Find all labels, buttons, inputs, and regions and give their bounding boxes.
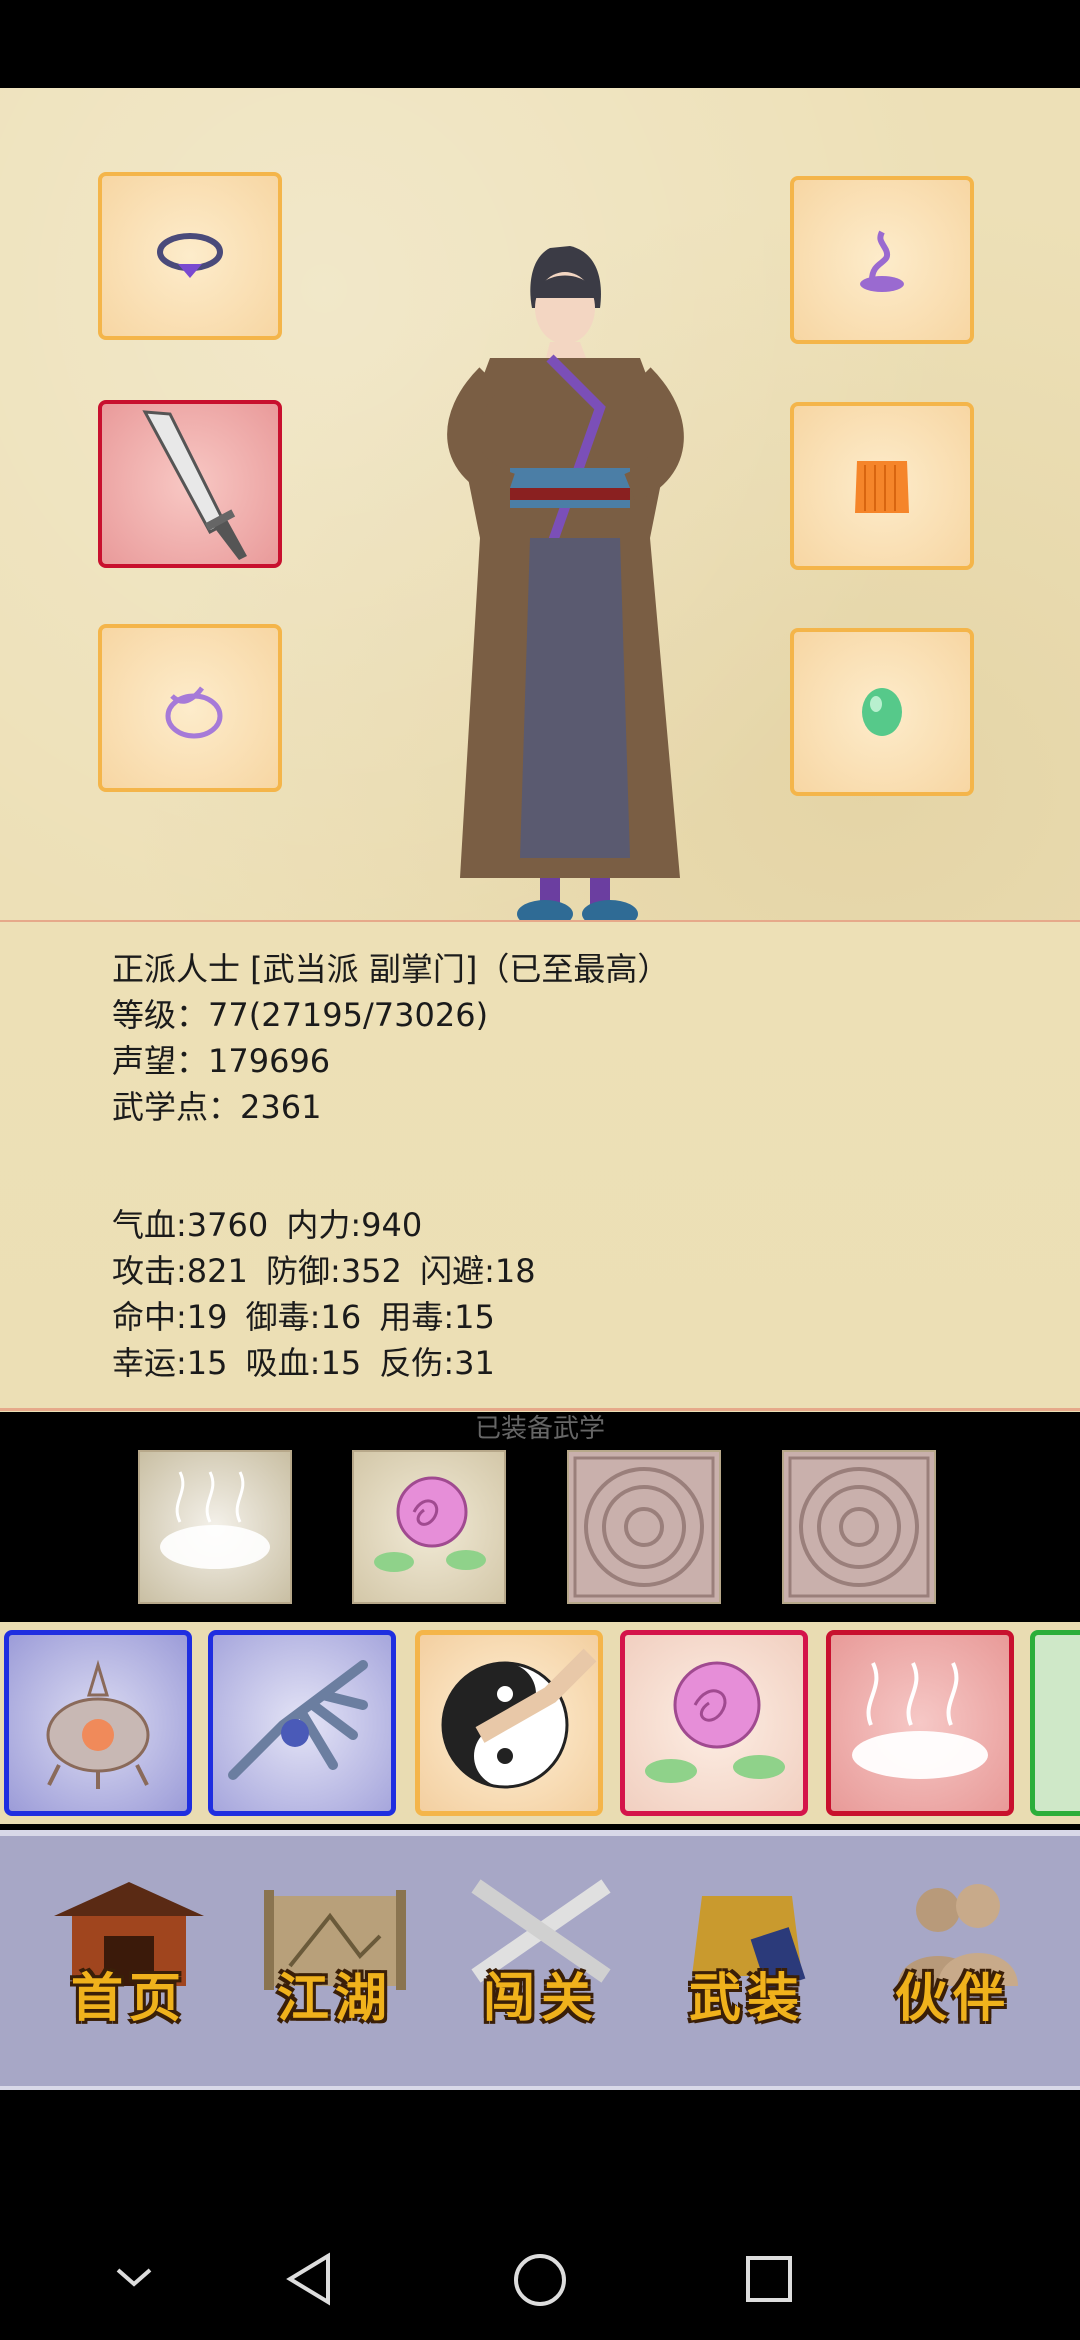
- equipped-skills-title: 已装备武学: [474, 1414, 605, 1444]
- ring-icon: [165, 686, 223, 739]
- recents-icon[interactable]: [744, 2254, 794, 2304]
- equipped-skill-slot-2[interactable]: [352, 1450, 506, 1604]
- jade-icon: [862, 688, 902, 736]
- nav-challenge-label: 闯关: [482, 1968, 599, 2029]
- skill-card-1[interactable]: [4, 1630, 192, 1816]
- stats-row-2: 攻击:821 防御:352 闪避:18: [112, 1252, 536, 1290]
- necklace-icon: [157, 233, 223, 278]
- character-portrait: [447, 246, 684, 928]
- stats-row-3: 命中:19 御毒:16 用毒:15: [112, 1298, 495, 1336]
- mist-icon: [852, 1662, 988, 1779]
- identity-text: 正派人士 [武当派 副掌门]（已至最高）: [112, 950, 670, 988]
- taiji-fist-icon: [441, 1648, 597, 1789]
- level-text: 等级：77(27195/73026): [112, 996, 489, 1034]
- skill-card-5[interactable]: [826, 1630, 1014, 1816]
- hat-icon: [860, 230, 904, 292]
- nav-partner[interactable]: 伙伴: [868, 1876, 1038, 2046]
- stats-row-1: 气血:3760 内力:940: [112, 1206, 423, 1244]
- chevron-down-icon[interactable]: [112, 2262, 156, 2292]
- nav-partner-label: 伙伴: [894, 1968, 1011, 2029]
- mist-skill-icon: [160, 1471, 270, 1569]
- equip-slot-ring[interactable]: [98, 624, 282, 792]
- skill-card-3[interactable]: [415, 1630, 603, 1816]
- equip-slot-robe[interactable]: [790, 402, 974, 570]
- incense-burner-icon: [46, 1659, 150, 1789]
- empty-seal-icon: [573, 1456, 715, 1598]
- equipped-skill-slot-3[interactable]: [567, 1450, 721, 1604]
- equipped-skill-slot-4[interactable]: [782, 1450, 936, 1604]
- bottom-navigation: 首页 江湖 闯关 武装 伙伴: [0, 1830, 1080, 2090]
- skill-points-text: 武学点：2361: [112, 1088, 322, 1126]
- palm-icon: [228, 1660, 368, 1780]
- nav-home-label: 首页: [70, 1968, 187, 2029]
- nav-jianghu[interactable]: 江湖: [250, 1876, 420, 2046]
- equip-slot-hat[interactable]: [790, 176, 974, 344]
- skill-card-6[interactable]: [1030, 1630, 1080, 1816]
- nav-challenge[interactable]: 闯关: [456, 1876, 626, 2046]
- nav-equip[interactable]: 武装: [662, 1876, 832, 2046]
- rose-skill-icon: [374, 1476, 486, 1572]
- equip-slot-weapon[interactable]: [98, 400, 282, 568]
- nav-home[interactable]: 首页: [44, 1876, 214, 2046]
- status-bar: [0, 0, 1080, 88]
- home-icon[interactable]: [512, 2252, 568, 2308]
- equipped-skill-slot-1[interactable]: [138, 1450, 292, 1604]
- nav-equip-label: 武装: [688, 1968, 805, 2029]
- empty-seal-icon: [788, 1456, 930, 1598]
- skill-card-4[interactable]: [620, 1630, 808, 1816]
- equip-slot-jade[interactable]: [790, 628, 974, 796]
- skill-card-2[interactable]: [208, 1630, 396, 1816]
- back-icon[interactable]: [284, 2252, 334, 2306]
- blade-icon: [142, 410, 247, 560]
- robe-icon: [855, 461, 909, 513]
- nav-jianghu-label: 江湖: [276, 1968, 393, 2029]
- reputation-text: 声望：179696: [112, 1042, 331, 1080]
- stats-row-4: 幸运:15 吸血:15 反伤:31: [112, 1344, 495, 1382]
- equip-slot-necklace[interactable]: [98, 172, 282, 340]
- rose-icon: [645, 1661, 785, 1783]
